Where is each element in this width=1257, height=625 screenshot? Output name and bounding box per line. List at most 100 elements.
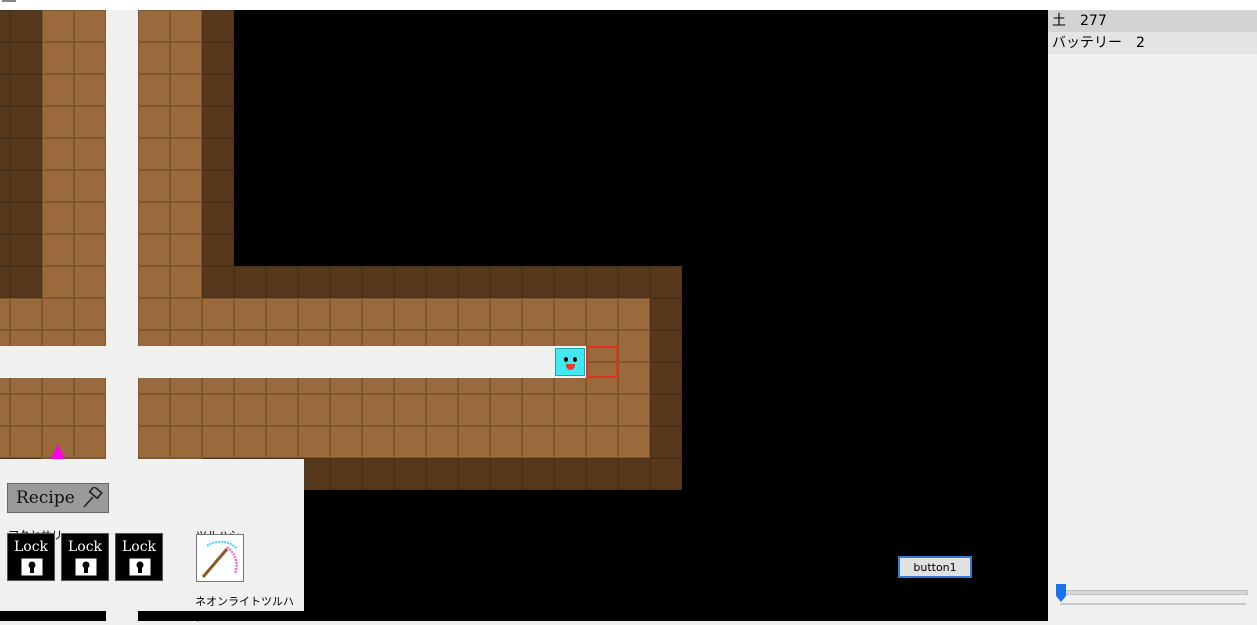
dirt-tile[interactable] [42, 42, 74, 74]
dirt-tile[interactable] [234, 426, 266, 458]
dirt-tile[interactable] [138, 426, 170, 458]
dirt-tile[interactable] [74, 10, 106, 42]
dirt-tile[interactable] [426, 394, 458, 426]
rock-tile[interactable] [202, 170, 234, 202]
rock-tile[interactable] [618, 266, 650, 298]
rock-tile[interactable] [554, 266, 586, 298]
rock-tile[interactable] [650, 266, 682, 298]
rock-tile[interactable] [10, 138, 42, 170]
rock-tile[interactable] [458, 458, 490, 490]
rock-tile[interactable] [202, 138, 234, 170]
rock-tile[interactable] [394, 458, 426, 490]
dirt-tile[interactable] [170, 138, 202, 170]
rock-tile[interactable] [0, 170, 10, 202]
dirt-tile[interactable] [74, 234, 106, 266]
rock-tile[interactable] [10, 10, 42, 42]
dirt-tile[interactable] [170, 234, 202, 266]
dirt-tile[interactable] [170, 266, 202, 298]
dirt-tile[interactable] [170, 394, 202, 426]
dirt-tile[interactable] [202, 298, 234, 330]
rock-tile[interactable] [10, 202, 42, 234]
dirt-tile[interactable] [362, 394, 394, 426]
dirt-tile[interactable] [170, 202, 202, 234]
dirt-tile[interactable] [330, 426, 362, 458]
dirt-tile[interactable] [298, 426, 330, 458]
dirt-tile[interactable] [42, 74, 74, 106]
dirt-tile[interactable] [362, 426, 394, 458]
rock-tile[interactable] [0, 10, 10, 42]
rock-tile[interactable] [266, 266, 298, 298]
dirt-tile[interactable] [170, 426, 202, 458]
dirt-tile[interactable] [394, 426, 426, 458]
accessory-slot-2[interactable]: Lock [61, 533, 109, 581]
dirt-tile[interactable] [74, 394, 106, 426]
dirt-tile[interactable] [490, 426, 522, 458]
dirt-tile[interactable] [0, 298, 10, 330]
rock-tile[interactable] [586, 458, 618, 490]
dirt-tile[interactable] [234, 394, 266, 426]
dirt-tile[interactable] [298, 298, 330, 330]
dirt-tile[interactable] [42, 394, 74, 426]
zoom-slider[interactable] [1056, 582, 1248, 606]
rock-tile[interactable] [202, 74, 234, 106]
dirt-tile[interactable] [170, 106, 202, 138]
accessory-slot-1[interactable]: Lock [7, 533, 55, 581]
dirt-tile[interactable] [170, 42, 202, 74]
dirt-tile[interactable] [554, 426, 586, 458]
dirt-tile[interactable] [266, 394, 298, 426]
rock-tile[interactable] [10, 266, 42, 298]
rock-tile[interactable] [586, 266, 618, 298]
recipe-button[interactable]: Recipe [7, 483, 109, 513]
rock-tile[interactable] [202, 42, 234, 74]
dirt-tile[interactable] [42, 202, 74, 234]
rock-tile[interactable] [0, 138, 10, 170]
dirt-tile[interactable] [618, 330, 650, 362]
dirt-tile[interactable] [522, 426, 554, 458]
rock-tile[interactable] [202, 10, 234, 42]
dirt-tile[interactable] [42, 138, 74, 170]
rock-tile[interactable] [10, 106, 42, 138]
dirt-tile[interactable] [362, 298, 394, 330]
selection-cursor[interactable] [586, 346, 618, 378]
rock-tile[interactable] [650, 362, 682, 394]
dirt-tile[interactable] [170, 10, 202, 42]
dirt-tile[interactable] [42, 10, 74, 42]
dirt-tile[interactable] [74, 426, 106, 458]
rock-tile[interactable] [458, 266, 490, 298]
rock-tile[interactable] [0, 42, 10, 74]
dirt-tile[interactable] [554, 394, 586, 426]
rock-tile[interactable] [522, 458, 554, 490]
dirt-tile[interactable] [522, 298, 554, 330]
dirt-tile[interactable] [74, 266, 106, 298]
dirt-tile[interactable] [10, 426, 42, 458]
dirt-tile[interactable] [10, 394, 42, 426]
dirt-tile[interactable] [42, 298, 74, 330]
dirt-tile[interactable] [394, 394, 426, 426]
dirt-tile[interactable] [426, 298, 458, 330]
dirt-tile[interactable] [618, 298, 650, 330]
dirt-tile[interactable] [266, 426, 298, 458]
dirt-tile[interactable] [234, 298, 266, 330]
dirt-tile[interactable] [170, 74, 202, 106]
dirt-tile[interactable] [74, 298, 106, 330]
dirt-tile[interactable] [458, 426, 490, 458]
button1[interactable]: button1 [898, 556, 972, 578]
dirt-tile[interactable] [490, 298, 522, 330]
rock-tile[interactable] [202, 234, 234, 266]
rock-tile[interactable] [0, 202, 10, 234]
dirt-tile[interactable] [42, 106, 74, 138]
dirt-tile[interactable] [202, 394, 234, 426]
dirt-tile[interactable] [170, 298, 202, 330]
rock-tile[interactable] [426, 266, 458, 298]
rock-tile[interactable] [10, 170, 42, 202]
rock-tile[interactable] [650, 298, 682, 330]
dirt-tile[interactable] [42, 234, 74, 266]
rock-tile[interactable] [0, 234, 10, 266]
dirt-tile[interactable] [74, 202, 106, 234]
rock-tile[interactable] [202, 202, 234, 234]
dirt-tile[interactable] [522, 394, 554, 426]
rock-tile[interactable] [362, 266, 394, 298]
dirt-tile[interactable] [330, 298, 362, 330]
dirt-tile[interactable] [138, 42, 170, 74]
rock-tile[interactable] [202, 106, 234, 138]
